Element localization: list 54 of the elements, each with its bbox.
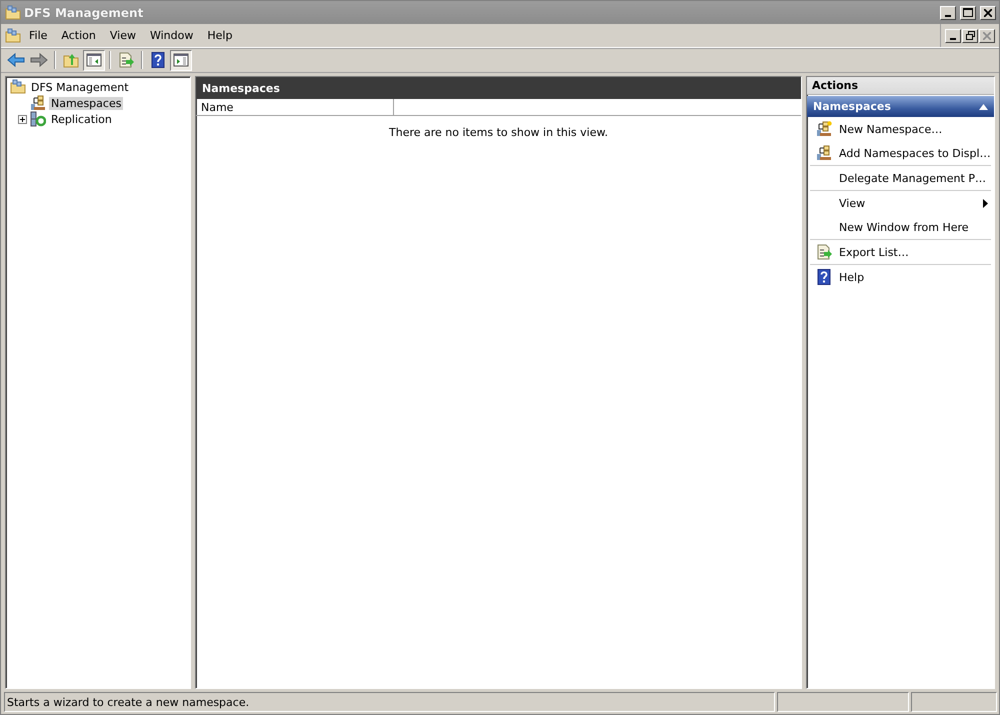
child-restore-button[interactable] — [962, 28, 978, 42]
folder-icon — [5, 4, 21, 20]
close-icon — [984, 8, 992, 16]
task-link[interactable]: Export List… — [839, 246, 991, 258]
maximize-icon — [963, 8, 973, 17]
menu-item[interactable]: Action — [55, 27, 102, 44]
close-button[interactable] — [980, 6, 996, 20]
task-link[interactable]: View — [839, 196, 976, 210]
task-link[interactable]: New Window from Here — [839, 220, 991, 234]
replication-icon — [30, 111, 46, 127]
restore-icon — [966, 31, 974, 40]
back-arrow-icon — [7, 52, 25, 68]
menu-item[interactable]: Window — [144, 27, 200, 44]
window-title: DFS Management — [24, 6, 144, 20]
action-pane-icon — [173, 52, 189, 68]
minimize-icon — [950, 38, 956, 40]
collapse-icon — [979, 104, 988, 110]
export-list-icon — [816, 244, 832, 260]
close-icon — [983, 32, 991, 40]
actions-header: Actions — [807, 77, 994, 95]
namespace-new-icon — [816, 121, 832, 137]
maximize-button[interactable] — [960, 6, 976, 20]
expand-toggle[interactable] — [18, 114, 27, 124]
tree-pane-icon — [86, 52, 102, 68]
empty-message: There are no items to show in this view. — [388, 126, 609, 139]
export-list-icon — [118, 52, 134, 68]
help-icon — [150, 52, 166, 68]
task-link[interactable]: Help — [839, 270, 991, 284]
folder-icon — [10, 79, 26, 95]
status-text: Starts a wizard to create a new namespace. — [4, 692, 775, 712]
minimize-icon — [945, 14, 951, 16]
task-link[interactable]: Add Namespaces to Displ… — [839, 146, 991, 160]
show-hide-action-pane-button[interactable] — [170, 50, 192, 70]
tree-item[interactable]: Namespaces — [49, 96, 124, 110]
task-link[interactable]: New Namespace… — [839, 122, 991, 136]
column-header[interactable]: Name — [196, 99, 394, 115]
help-icon — [816, 269, 832, 285]
pane-header: Namespaces — [196, 77, 801, 99]
child-close-button[interactable] — [979, 28, 995, 42]
namespace-icon — [816, 145, 832, 161]
tree-item[interactable]: Replication — [49, 112, 114, 126]
show-hide-tree-button[interactable] — [83, 50, 105, 70]
namespace-icon — [30, 95, 46, 111]
menu-item[interactable]: File — [23, 27, 54, 44]
folder-up-icon — [63, 52, 79, 68]
menu-item[interactable]: View — [104, 27, 142, 44]
child-minimize-button[interactable] — [945, 28, 961, 42]
minimize-button[interactable] — [940, 6, 956, 20]
task-link[interactable]: Delegate Management P… — [839, 172, 991, 184]
tree-item[interactable]: DFS Management — [29, 80, 131, 94]
folder-icon — [5, 28, 21, 44]
forward-arrow-icon — [30, 52, 48, 68]
actions-section-header[interactable]: Namespaces — [807, 96, 994, 117]
menu-item[interactable]: Help — [201, 27, 238, 44]
